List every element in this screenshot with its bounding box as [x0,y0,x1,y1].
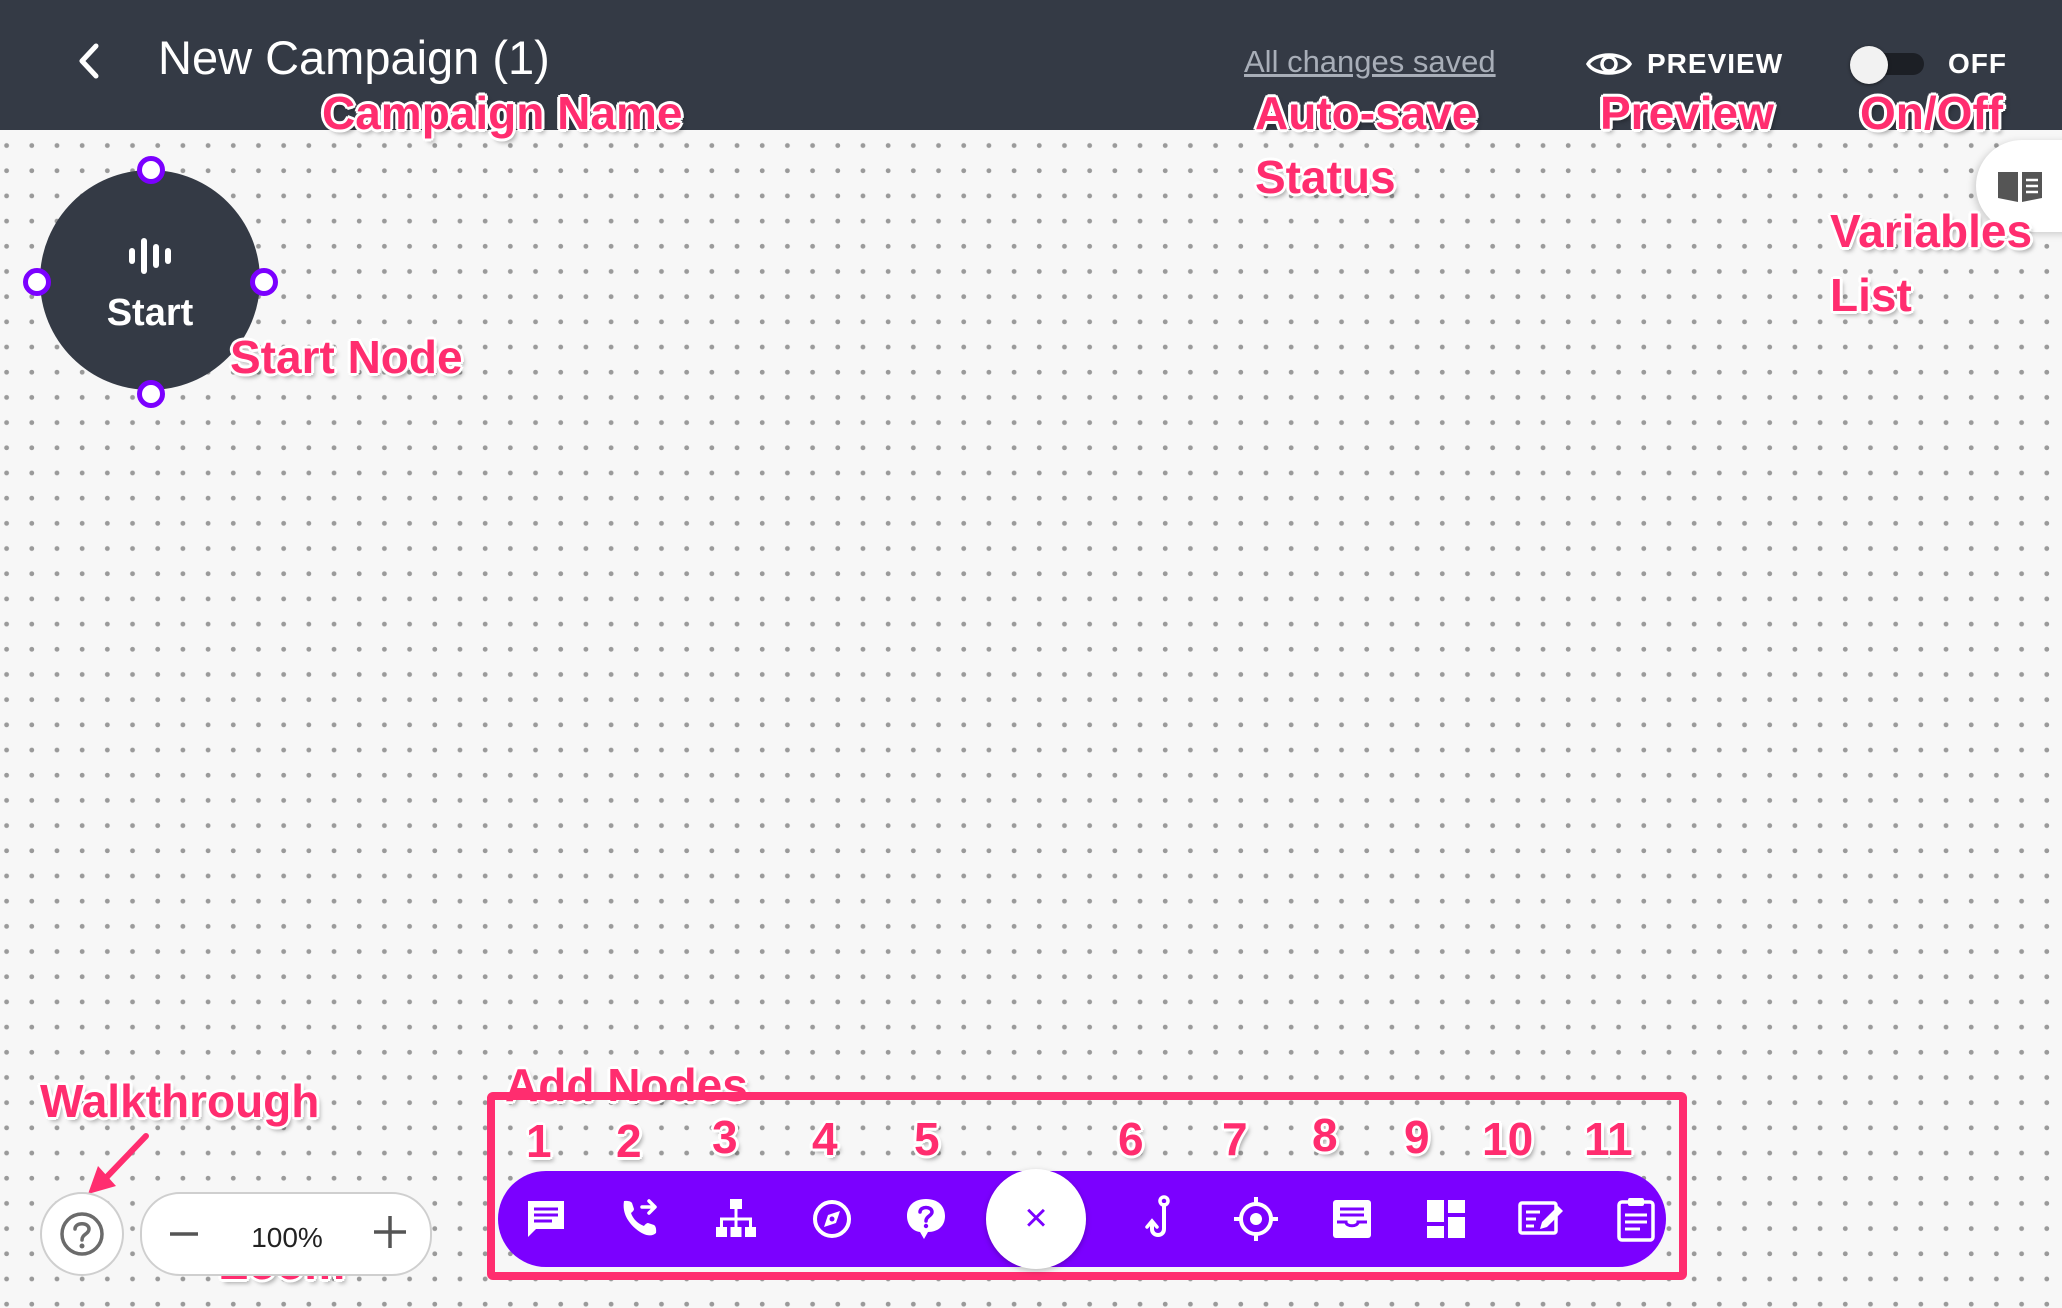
start-node-label: Start [106,292,194,334]
add-message-node-button[interactable] [518,1191,574,1247]
close-icon: × [1024,1196,1048,1240]
add-form-node-button[interactable] [1514,1191,1570,1247]
start-node-handle-left[interactable] [23,268,51,296]
compass-icon [813,1200,851,1238]
add-question-node-button[interactable] [898,1191,954,1247]
book-icon [1998,172,2042,202]
annotation-on-off: On/Off [1860,87,2004,139]
tool-number: 8 [1312,1109,1338,1161]
tool-number: 3 [712,1111,738,1163]
help-circle-icon [60,1212,104,1256]
minus-icon [170,1232,198,1236]
start-node-handle-bottom[interactable] [137,380,165,408]
campaign-on-off-toggle[interactable] [1850,46,1924,84]
zoom-control: 100% [140,1192,432,1276]
annotation-variables-line1: Variables [1830,205,2033,257]
annotation-autosave-line1: Auto-save [1255,87,1478,139]
zoom-level: 100% [251,1222,323,1253]
clipboard-icon [1617,1198,1655,1242]
dashboard-icon [1427,1200,1465,1238]
autosave-status[interactable]: All changes saved [1244,44,1496,80]
tool-number: 4 [812,1113,838,1165]
annotation-start-node: Start Node [230,331,463,383]
chevron-left-icon [79,43,99,79]
walkthrough-arrow-icon [88,1133,149,1194]
add-survey-node-button[interactable] [1608,1191,1664,1247]
annotation-autosave-line2: Status [1255,151,1396,203]
annotation-variables-line2: List [1830,269,1912,321]
audio-bars-icon [129,238,171,274]
toggle-knob [1850,46,1888,84]
tool-number: 7 [1222,1113,1248,1165]
tool-number: 5 [914,1113,940,1165]
walkthrough-help-button[interactable] [40,1192,124,1276]
message-icon [528,1201,564,1237]
tool-number: 1 [526,1115,552,1167]
inbox-icon [1333,1200,1371,1238]
start-node-handle-top[interactable] [137,156,165,184]
plus-icon [374,1216,406,1248]
sitemap-icon [716,1199,756,1237]
back-button[interactable] [66,36,116,86]
annotation-campaign-name: Campaign Name [322,87,683,139]
add-webhook-node-button[interactable] [1132,1191,1188,1247]
annotation-walkthrough: Walkthrough [40,1075,320,1127]
start-node[interactable]: Start [40,170,260,390]
tool-number: 2 [616,1115,642,1167]
zoom-in-button[interactable] [368,1210,412,1254]
hook-icon [1145,1195,1170,1237]
add-dashboard-node-button[interactable] [1418,1191,1474,1247]
phone-forward-icon [623,1199,657,1236]
add-nodes-toolbar: × [498,1169,1666,1269]
annotation-preview: Preview [1600,87,1774,139]
add-inbox-node-button[interactable] [1324,1191,1380,1247]
add-goal-node-button[interactable] [1228,1191,1284,1247]
preview-button[interactable]: PREVIEW [1585,40,1783,88]
target-icon [1234,1197,1278,1241]
close-toolbar-button[interactable]: × [986,1169,1086,1269]
tool-number: 6 [1118,1113,1144,1165]
edit-note-icon [1518,1201,1563,1235]
toggle-state-label: OFF [1948,48,2007,79]
tool-number: 10 [1482,1113,1534,1165]
add-call-forward-node-button[interactable] [612,1191,668,1247]
tool-number: 11 [1584,1113,1633,1165]
preview-label: PREVIEW [1647,48,1784,79]
add-goto-node-button[interactable] [804,1191,860,1247]
eye-icon [1585,53,1633,75]
tool-number: 9 [1404,1111,1430,1163]
zoom-out-button[interactable] [164,1212,204,1256]
add-branch-node-button[interactable] [708,1191,764,1247]
question-bubble-icon [907,1199,945,1239]
start-node-handle-right[interactable] [250,268,278,296]
campaign-title[interactable]: New Campaign (1) [158,30,550,85]
